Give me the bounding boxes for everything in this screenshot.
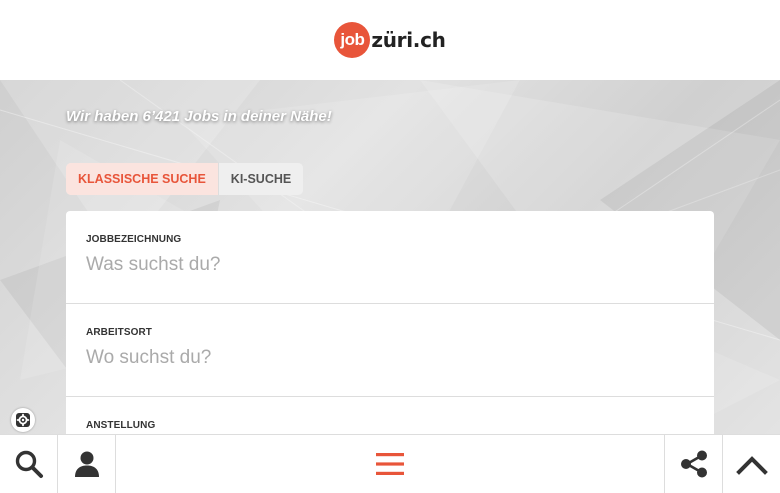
user-icon — [74, 451, 99, 477]
job-title-field: JOBBEZEICHNUNG — [66, 211, 714, 304]
bottom-search-button[interactable] — [0, 435, 58, 493]
job-title-label: JOBBEZEICHNUNG — [86, 234, 182, 245]
job-title-input[interactable] — [86, 254, 694, 276]
hero-section: Wir haben 6’421 Jobs in deiner Nähe! KLA… — [0, 80, 780, 493]
logo-circle: job — [334, 22, 371, 58]
bottom-share-button[interactable] — [664, 435, 722, 493]
jobs-count-headline: Wir haben 6’421 Jobs in deiner Nähe! — [66, 108, 332, 125]
employment-label: ANSTELLUNG — [86, 420, 156, 431]
bottom-account-button[interactable] — [58, 435, 116, 493]
bottom-menu-button[interactable] — [360, 435, 420, 493]
cookie-settings-icon[interactable] — [11, 408, 35, 432]
tab-klassische-suche[interactable]: KLASSISCHE SUCHE — [66, 163, 218, 195]
share-icon — [680, 450, 707, 478]
location-label: ARBEITSORT — [86, 327, 152, 338]
search-icon — [15, 450, 43, 478]
search-mode-tabs: KLASSISCHE SUCHE KI-SUCHE — [66, 163, 304, 195]
hamburger-menu-icon — [376, 453, 404, 475]
bottom-scroll-top-button[interactable] — [722, 435, 780, 493]
tab-ki-suche[interactable]: KI-SUCHE — [217, 163, 304, 195]
logo-text: züri.ch — [371, 28, 446, 52]
bottom-navigation-bar — [0, 434, 780, 493]
site-header: job züri.ch — [0, 0, 780, 80]
chevron-up-icon — [735, 456, 768, 475]
jobzueri-logo[interactable]: job züri.ch — [334, 22, 446, 58]
location-field: ARBEITSORT — [66, 304, 714, 397]
location-input[interactable] — [86, 347, 694, 369]
